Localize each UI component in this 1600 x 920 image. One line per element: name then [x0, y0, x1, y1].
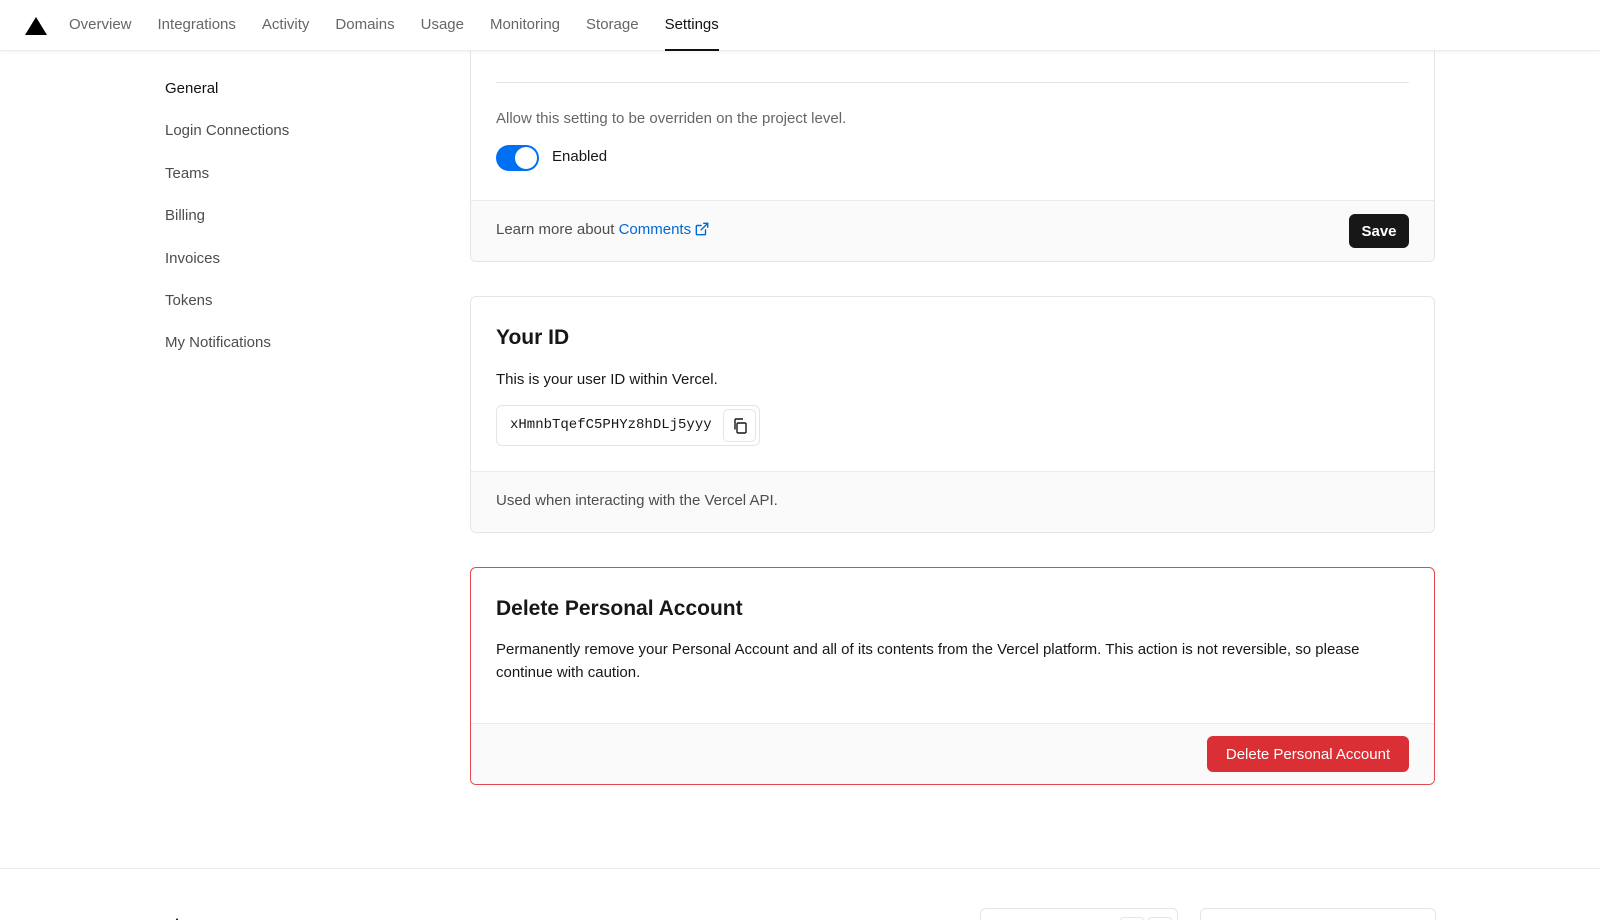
delete-account-card: Delete Personal Account Permanently remo…: [470, 567, 1435, 785]
tab-integrations[interactable]: Integrations: [145, 0, 249, 51]
nav-tabs: Overview Integrations Activity Domains U…: [56, 0, 732, 51]
user-id-value[interactable]: xHmnbTqefC5PHYz8hDLj5yyy: [510, 417, 712, 433]
toggle-label: Enabled: [552, 148, 608, 165]
tab-monitoring[interactable]: Monitoring: [477, 0, 573, 51]
card-footer: Delete Personal Account: [471, 723, 1434, 784]
copy-button[interactable]: [723, 409, 756, 442]
learn-more-prefix: Learn more about: [496, 221, 619, 238]
card-footer: Used when interacting with the Vercel AP…: [471, 471, 1434, 532]
page-footer: [0, 868, 1600, 920]
delete-account-description: Permanently remove your Personal Account…: [496, 641, 1360, 681]
user-id-field: xHmnbTqefC5PHYz8hDLj5yyy: [496, 405, 760, 446]
vercel-logo-icon[interactable]: [25, 17, 47, 35]
sidebar-item-tokens[interactable]: Tokens: [165, 288, 425, 330]
tab-storage[interactable]: Storage: [573, 0, 652, 51]
learn-more-text: Learn more about Comments: [496, 221, 709, 238]
comments-link[interactable]: Comments: [619, 221, 710, 238]
user-id-description: This is your user ID within Vercel.: [496, 371, 718, 388]
footer-select[interactable]: [1200, 908, 1436, 920]
user-id-title: Your ID: [496, 326, 570, 349]
delete-account-title: Delete Personal Account: [496, 597, 743, 620]
footer-logo[interactable]: [168, 913, 190, 920]
delete-account-button[interactable]: Delete Personal Account: [1207, 736, 1409, 772]
card-footer: Learn more about Comments Save: [471, 200, 1434, 261]
tab-usage[interactable]: Usage: [408, 0, 477, 51]
override-toggle[interactable]: [496, 145, 539, 171]
sidebar-item-invoices[interactable]: Invoices: [165, 246, 425, 288]
external-link-icon: [695, 222, 709, 236]
comments-link-label: Comments: [618, 221, 692, 238]
tab-domains[interactable]: Domains: [322, 0, 407, 51]
sidebar-item-teams[interactable]: Teams: [165, 161, 425, 203]
user-id-card: Your ID This is your user ID within Verc…: [470, 296, 1435, 533]
settings-sidebar: General Login Connections Teams Billing …: [165, 76, 425, 373]
sidebar-item-my-notifications[interactable]: My Notifications: [165, 330, 425, 372]
sidebar-item-general[interactable]: General: [165, 76, 425, 118]
save-button[interactable]: Save: [1349, 214, 1409, 248]
tab-overview[interactable]: Overview: [56, 0, 145, 51]
divider: [496, 82, 1409, 83]
tab-activity[interactable]: Activity: [249, 0, 323, 51]
copy-icon: [734, 418, 747, 434]
sidebar-item-login-connections[interactable]: Login Connections: [165, 118, 425, 160]
toggle-knob: [515, 147, 537, 169]
sidebar-item-billing[interactable]: Billing: [165, 203, 425, 245]
top-nav: Overview Integrations Activity Domains U…: [0, 0, 1600, 51]
footer-status-control[interactable]: [980, 908, 1178, 920]
override-description: Allow this setting to be overriden on th…: [496, 110, 847, 127]
api-usage-note: Used when interacting with the Vercel AP…: [496, 492, 778, 509]
tab-settings[interactable]: Settings: [652, 0, 732, 51]
